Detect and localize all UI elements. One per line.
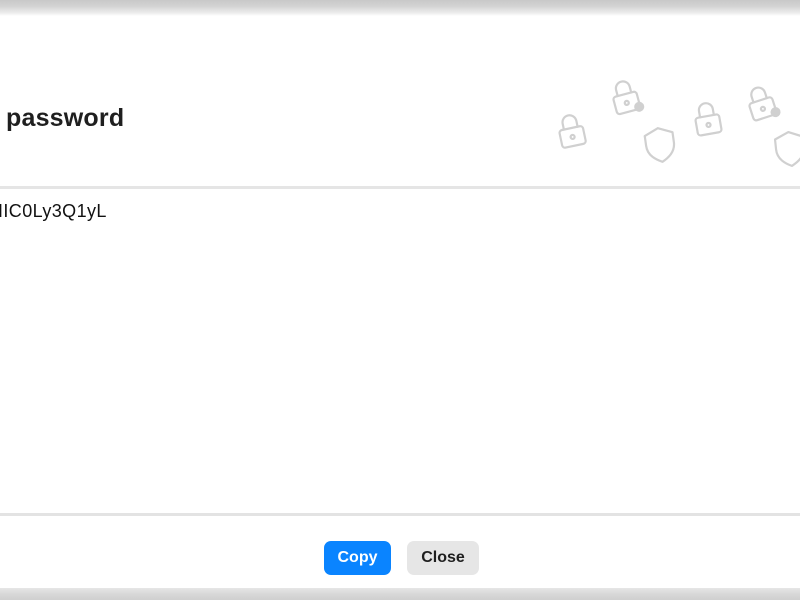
password-display-area[interactable]: IIC0Ly3Q1yL [0,186,800,516]
dialog-footer: Copy Close [0,516,800,588]
header-decoration [558,80,800,168]
lock-icon [748,86,781,122]
close-button[interactable]: Close [407,541,479,575]
shield-icon [773,130,800,168]
lock-icon [558,114,587,149]
copy-button[interactable]: Copy [324,541,391,575]
dialog-header: password [0,16,800,186]
lock-icon [694,102,723,137]
lock-icon [612,80,645,116]
bottom-edge-shadow [0,588,800,600]
dialog-title: password [6,104,125,132]
shield-icon [643,127,676,163]
dialog-window: password IIC0Ly3Q1yL Copy Close [0,0,800,600]
top-edge-shadow [0,0,800,16]
password-value[interactable]: IIC0Ly3Q1yL [0,201,107,222]
